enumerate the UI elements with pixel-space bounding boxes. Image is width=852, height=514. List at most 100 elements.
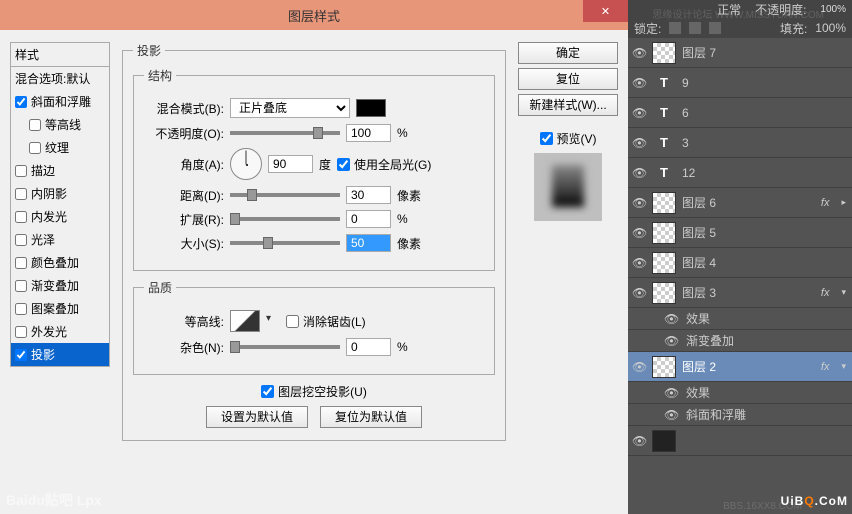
visibility-icon[interactable]: 👁 bbox=[632, 256, 646, 270]
size-slider[interactable] bbox=[230, 241, 340, 245]
spread-slider[interactable] bbox=[230, 217, 340, 221]
opacity-value-panel[interactable]: 100% bbox=[820, 4, 846, 15]
visibility-icon[interactable]: 👁 bbox=[632, 360, 646, 374]
fx-badge[interactable]: fx bbox=[821, 197, 830, 209]
layer-thumbnail[interactable] bbox=[652, 42, 676, 64]
visibility-icon[interactable]: 👁 bbox=[664, 386, 678, 400]
shadow-color-swatch[interactable] bbox=[356, 99, 386, 117]
visibility-icon[interactable]: 👁 bbox=[632, 136, 646, 150]
layer-name[interactable]: 12 bbox=[682, 166, 848, 180]
knockout-checkbox[interactable] bbox=[261, 385, 274, 398]
layer-effect-row[interactable]: 👁斜面和浮雕 bbox=[628, 404, 852, 426]
layer-name[interactable]: 图层 4 bbox=[682, 254, 848, 271]
visibility-icon[interactable]: 👁 bbox=[632, 196, 646, 210]
style-item-bevel[interactable]: 斜面和浮雕 bbox=[11, 90, 109, 113]
style-item-texture[interactable]: 纹理 bbox=[11, 136, 109, 159]
visibility-icon[interactable]: 👁 bbox=[632, 286, 646, 300]
style-item-satin[interactable]: 光泽 bbox=[11, 228, 109, 251]
outer-glow-checkbox[interactable] bbox=[15, 326, 27, 338]
layer-row[interactable]: 👁 T9 bbox=[628, 68, 852, 98]
fx-expand-icon[interactable]: ▾ bbox=[841, 361, 846, 372]
style-item-inner-glow[interactable]: 内发光 bbox=[11, 205, 109, 228]
layer-row[interactable]: 👁 T6 bbox=[628, 98, 852, 128]
pattern-overlay-checkbox[interactable] bbox=[15, 303, 27, 315]
gradient-overlay-checkbox[interactable] bbox=[15, 280, 27, 292]
color-overlay-checkbox[interactable] bbox=[15, 257, 27, 269]
visibility-icon[interactable]: 👁 bbox=[632, 106, 646, 120]
antialias-checkbox[interactable] bbox=[286, 315, 299, 328]
reset-default-button[interactable]: 复位为默认值 bbox=[320, 406, 422, 428]
visibility-icon[interactable]: 👁 bbox=[632, 166, 646, 180]
layer-thumbnail[interactable] bbox=[652, 356, 676, 378]
text-layer-icon[interactable]: T bbox=[652, 132, 676, 154]
opacity-input[interactable] bbox=[346, 124, 391, 142]
layer-row[interactable]: 👁 T3 bbox=[628, 128, 852, 158]
texture-checkbox[interactable] bbox=[29, 142, 41, 154]
visibility-icon[interactable]: 👁 bbox=[664, 408, 678, 422]
contour-picker[interactable] bbox=[230, 310, 260, 332]
visibility-icon[interactable]: 👁 bbox=[632, 434, 646, 448]
contour-checkbox[interactable] bbox=[29, 119, 41, 131]
drop-shadow-checkbox[interactable] bbox=[15, 349, 27, 361]
text-layer-icon[interactable]: T bbox=[652, 162, 676, 184]
layer-row[interactable]: 👁 T 12 bbox=[628, 158, 852, 188]
layer-name[interactable]: 图层 7 bbox=[682, 44, 848, 61]
layer-effect-row[interactable]: 👁渐变叠加 bbox=[628, 330, 852, 352]
layer-effect-row[interactable]: 👁效果 bbox=[628, 308, 852, 330]
fx-expand-icon[interactable]: ▸ bbox=[841, 197, 846, 208]
titlebar[interactable]: 图层样式 ✕ bbox=[0, 0, 628, 30]
layer-name[interactable]: 图层 3 bbox=[682, 284, 815, 301]
text-layer-icon[interactable]: T bbox=[652, 72, 676, 94]
blending-options-item[interactable]: 混合选项:默认 bbox=[11, 67, 109, 90]
angle-dial[interactable] bbox=[230, 148, 262, 180]
layer-thumbnail[interactable] bbox=[652, 430, 676, 452]
layer-name[interactable]: 图层 6 bbox=[682, 194, 815, 211]
layer-name[interactable]: 图层 5 bbox=[682, 224, 848, 241]
fx-expand-icon[interactable]: ▾ bbox=[841, 287, 846, 298]
style-item-pattern-overlay[interactable]: 图案叠加 bbox=[11, 297, 109, 320]
layer-effect-row[interactable]: 👁效果 bbox=[628, 382, 852, 404]
opacity-slider[interactable] bbox=[230, 131, 340, 135]
fill-value[interactable]: 100% bbox=[815, 21, 846, 35]
distance-input[interactable] bbox=[346, 186, 391, 204]
distance-slider[interactable] bbox=[230, 193, 340, 197]
layer-row[interactable]: 👁图层 3fx▾ bbox=[628, 278, 852, 308]
style-item-outer-glow[interactable]: 外发光 bbox=[11, 320, 109, 343]
style-item-stroke[interactable]: 描边 bbox=[11, 159, 109, 182]
visibility-icon[interactable]: 👁 bbox=[664, 312, 678, 326]
style-item-gradient-overlay[interactable]: 渐变叠加 bbox=[11, 274, 109, 297]
bevel-checkbox[interactable] bbox=[15, 96, 27, 108]
visibility-icon[interactable]: 👁 bbox=[664, 334, 678, 348]
layer-row[interactable]: 👁 图层 4 bbox=[628, 248, 852, 278]
layer-row[interactable]: 👁 bbox=[628, 426, 852, 456]
make-default-button[interactable]: 设置为默认值 bbox=[206, 406, 308, 428]
layer-name[interactable]: 3 bbox=[682, 136, 848, 150]
close-button[interactable]: ✕ bbox=[583, 0, 628, 22]
noise-input[interactable] bbox=[346, 338, 391, 356]
ok-button[interactable]: 确定 bbox=[518, 42, 618, 64]
angle-input[interactable] bbox=[268, 155, 313, 173]
visibility-icon[interactable]: 👁 bbox=[632, 46, 646, 60]
spread-input[interactable] bbox=[346, 210, 391, 228]
cancel-button[interactable]: 复位 bbox=[518, 68, 618, 90]
blend-mode-select[interactable]: 正片叠底 bbox=[230, 98, 350, 118]
text-layer-icon[interactable]: T bbox=[652, 102, 676, 124]
lock-position-icon[interactable] bbox=[689, 22, 701, 34]
global-light-checkbox[interactable] bbox=[337, 158, 350, 171]
style-item-inner-shadow[interactable]: 内阴影 bbox=[11, 182, 109, 205]
visibility-icon[interactable]: 👁 bbox=[632, 226, 646, 240]
lock-pixels-icon[interactable] bbox=[669, 22, 681, 34]
layer-row[interactable]: 👁 图层 2 fx ▾ bbox=[628, 352, 852, 382]
layer-thumbnail[interactable] bbox=[652, 222, 676, 244]
lock-all-icon[interactable] bbox=[709, 22, 721, 34]
style-item-color-overlay[interactable]: 颜色叠加 bbox=[11, 251, 109, 274]
inner-glow-checkbox[interactable] bbox=[15, 211, 27, 223]
layer-name[interactable]: 6 bbox=[682, 106, 848, 120]
visibility-icon[interactable]: 👁 bbox=[632, 76, 646, 90]
preview-checkbox[interactable] bbox=[540, 132, 553, 145]
layer-name[interactable]: 9 bbox=[682, 76, 848, 90]
fx-badge[interactable]: fx bbox=[821, 361, 830, 373]
layer-name[interactable]: 图层 2 bbox=[682, 358, 815, 375]
stroke-checkbox[interactable] bbox=[15, 165, 27, 177]
satin-checkbox[interactable] bbox=[15, 234, 27, 246]
